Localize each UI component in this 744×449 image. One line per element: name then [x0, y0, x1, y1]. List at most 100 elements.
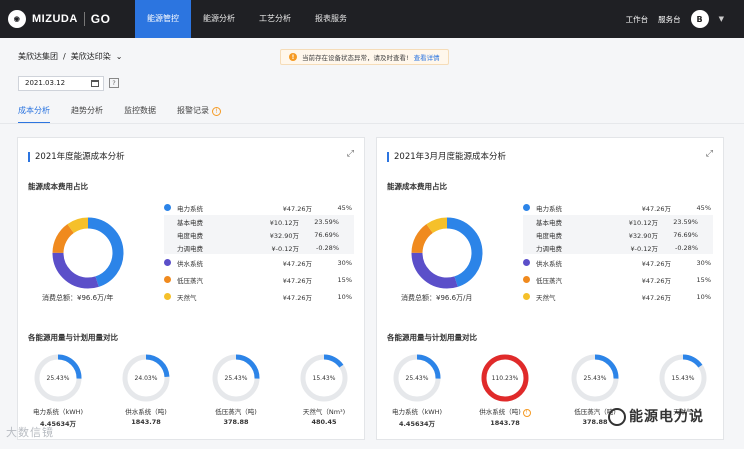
breadcrumb-org[interactable]: 美欣达集团	[18, 51, 58, 62]
calendar-icon[interactable]	[91, 80, 99, 87]
breakdown-row: 电度电费 ¥32.90万 76.69%	[536, 228, 713, 241]
breakdown-pct: 23.59%	[314, 217, 339, 226]
gauge-ring: 25.43%	[34, 354, 82, 402]
legend-row: 低压蒸汽 ¥47.26万 15%	[523, 271, 713, 288]
expand-icon[interactable]: ⤢	[706, 149, 713, 159]
section-title-usage-vs-plan: 各能源用量与计划用量对比	[387, 333, 477, 342]
usage-gauge: 25.43% 电力系统（kWH) 4.45634万	[28, 353, 88, 433]
usage-gauge: 25.43% 电力系统（kWH) 4.45634万	[387, 353, 447, 433]
gauge-label-wrap: 供水系统（吨)!	[475, 406, 535, 417]
gauge-label-wrap: 供水系统（吨)	[116, 406, 176, 416]
section-title-usage-vs-plan: 各能源用量与计划用量对比	[28, 333, 118, 342]
legend-pct: 45%	[696, 203, 711, 212]
breakdown-name: 基本电费	[177, 218, 203, 227]
section-title-cost-share: 能源成本费用占比	[28, 182, 88, 191]
legend-row: 电力系统 ¥47.26万 45%	[164, 200, 354, 215]
legend-name: 天然气	[536, 293, 556, 302]
top-navigation-bar: ◉ MIZUDA GO 能源管控 能源分析 工艺分析 报表服务 工作台 服务台 …	[0, 0, 744, 38]
tab-monitoring-data[interactable]: 监控数据	[124, 105, 156, 124]
chevron-down-icon[interactable]: ▼	[719, 15, 724, 23]
gauge-pct: 24.03%	[135, 375, 158, 382]
breakdown-value: ¥32.90万	[269, 231, 299, 240]
analysis-tabs: 成本分析 趋势分析 监控数据 报警记录!	[18, 105, 221, 124]
workbench-link[interactable]: 工作台	[626, 14, 649, 25]
legend-dot-icon	[164, 293, 171, 300]
expand-icon[interactable]: ⤢	[347, 149, 354, 159]
alert-details-link[interactable]: 查看详情	[414, 52, 440, 62]
legend-name: 供水系统	[177, 259, 203, 268]
legend-dot-icon	[164, 259, 171, 266]
gauge-ring: 25.43%	[212, 354, 260, 402]
legend-dot-icon	[523, 276, 530, 283]
legend-value: ¥47.26万	[641, 293, 671, 302]
tab-divider	[0, 123, 744, 124]
gauge-value: 4.45634万	[398, 420, 436, 428]
legend-row: 电力系统 ¥47.26万 45%	[523, 200, 713, 215]
legend-pct: 45%	[337, 203, 352, 212]
gauge-pct: 25.43%	[47, 375, 70, 382]
section-title-cost-share: 能源成本费用占比	[387, 182, 447, 191]
warning-icon[interactable]: !	[522, 409, 531, 417]
nav-energy-control[interactable]: 能源管控	[135, 0, 191, 38]
gauge-ring: 25.43%	[571, 354, 619, 402]
tab-cost-analysis[interactable]: 成本分析	[18, 105, 50, 124]
help-icon[interactable]: ?	[109, 78, 119, 88]
nav-process-analysis[interactable]: 工艺分析	[247, 0, 303, 38]
legend-pct: 30%	[337, 258, 352, 267]
breakdown-name: 电度电费	[177, 231, 203, 240]
electricity-breakdown: 基本电费 ¥10.12万 23.59% 电度电费 ¥32.90万 76.69% 力调电费 ¥-…	[523, 215, 713, 254]
tab-alarm-label: 报警记录	[177, 106, 209, 115]
nav-energy-analysis[interactable]: 能源分析	[191, 0, 247, 38]
legend-value: ¥47.26万	[641, 276, 671, 285]
brand-name: MIZUDA	[32, 13, 78, 25]
tab-trend-analysis[interactable]: 趋势分析	[71, 105, 103, 124]
breakdown-row: 力调电费 ¥-0.12万 -0.28%	[177, 241, 354, 254]
tab-alarm-records[interactable]: 报警记录!	[177, 105, 221, 124]
legend-row: 天然气 ¥47.26万 10%	[523, 288, 713, 305]
gauge-value: 378.88	[223, 418, 249, 426]
cost-share-donut	[411, 217, 483, 289]
usage-gauge: 15.43% 天然气（Nm³) 480.45	[294, 353, 354, 433]
breakdown-name: 基本电费	[536, 218, 562, 227]
legend-name: 低压蒸汽	[536, 276, 562, 285]
breakdown-value: ¥-0.12万	[271, 244, 299, 253]
breakdown-row: 基本电费 ¥10.12万 23.59%	[536, 215, 713, 228]
gauge-value: 1843.78	[490, 419, 520, 427]
chevron-down-icon[interactable]: ⌄	[116, 52, 123, 61]
service-desk-link[interactable]: 服务台	[658, 14, 681, 25]
date-picker[interactable]: 2021.03.12	[18, 76, 104, 91]
cost-legend: 电力系统 ¥47.26万 45% 基本电费 ¥10.12万 23.59% 电度电费 ¥32.9…	[523, 200, 713, 305]
breakdown-row: 力调电费 ¥-0.12万 -0.28%	[536, 241, 713, 254]
legend-dot-icon	[164, 204, 171, 211]
watermark-left: 大数信镜	[6, 426, 54, 439]
avatar[interactable]: B	[690, 10, 709, 28]
gauge-pct: 25.43%	[406, 375, 429, 382]
gauge-value: 480.45	[311, 418, 337, 426]
gauge-label-wrap: 电力系统（kWH)	[387, 406, 447, 416]
breakdown-name: 力调电费	[536, 244, 562, 253]
date-value: 2021.03.12	[25, 79, 66, 87]
gauge-label: 电力系统（kWH)	[391, 408, 443, 416]
cost-legend: 电力系统 ¥47.26万 45% 基本电费 ¥10.12万 23.59% 电度电费 ¥32.9…	[164, 200, 354, 305]
legend-dot-icon	[164, 276, 171, 283]
gauge-pct: 110.23%	[492, 375, 519, 382]
legend-row: 低压蒸汽 ¥47.26万 15%	[164, 271, 354, 288]
gauge-ring: 110.23%	[481, 354, 529, 402]
nav-report-service[interactable]: 报表服务	[303, 0, 359, 38]
brand-logo[interactable]: ◉ MIZUDA GO	[8, 10, 110, 28]
breakdown-pct: -0.28%	[675, 243, 698, 252]
breadcrumb-company[interactable]: 美欣达印染	[71, 51, 111, 62]
logo-divider	[83, 12, 85, 26]
breakdown-row: 电度电费 ¥32.90万 76.69%	[177, 228, 354, 241]
gauge-pct: 25.43%	[225, 375, 248, 382]
status-alert: ! 当前存在设备状态异常，请及时查看! 查看详情	[280, 49, 449, 65]
cost-share-donut	[52, 217, 124, 289]
electricity-breakdown: 基本电费 ¥10.12万 23.59% 电度电费 ¥32.90万 76.69% 力调电费 ¥-…	[164, 215, 354, 254]
legend-dot-icon	[523, 204, 530, 211]
total-spend: 消费总额：¥96.6万/年	[42, 294, 114, 302]
brand-mark: GO	[90, 12, 111, 26]
gauge-pct: 15.43%	[313, 375, 336, 382]
legend-value: ¥47.26万	[282, 293, 312, 302]
legend-value: ¥47.26万	[282, 204, 312, 213]
gauge-value: 1843.78	[131, 418, 161, 426]
